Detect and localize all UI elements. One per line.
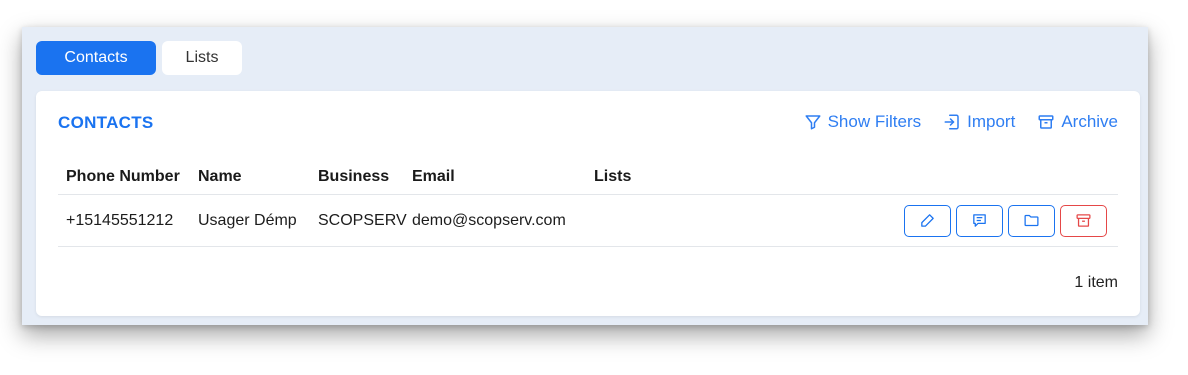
card-actions: Show Filters Import Archive: [804, 112, 1118, 132]
show-filters-label: Show Filters: [827, 112, 922, 131]
archive-button[interactable]: Archive: [1037, 112, 1118, 132]
show-filters-button[interactable]: Show Filters: [804, 112, 922, 132]
cell-business: SCOPSERV: [318, 211, 407, 229]
edit-button[interactable]: [904, 204, 951, 237]
import-label: Import: [967, 112, 1016, 131]
contacts-card: CONTACTS Show Filters Import Archive Pho…: [36, 91, 1140, 316]
header-lists[interactable]: Lists: [586, 168, 706, 186]
header-email[interactable]: Email: [404, 168, 586, 186]
archive-label: Archive: [1061, 112, 1118, 131]
cell-name: Usager Démp: [198, 211, 297, 229]
cell-email: demo@scopserv.com: [412, 211, 566, 229]
header-name[interactable]: Name: [190, 168, 310, 186]
row-actions: [904, 204, 1118, 237]
item-count: 1 item: [1074, 274, 1118, 291]
message-button[interactable]: [956, 204, 1003, 237]
header-business[interactable]: Business: [310, 168, 404, 186]
table-header-row: Phone Number Name Business Email Lists: [58, 159, 1118, 195]
import-icon: [944, 114, 959, 130]
archive-icon: [1076, 214, 1091, 227]
filter-icon: [805, 115, 821, 130]
card-title: CONTACTS: [58, 113, 154, 132]
tab-contacts[interactable]: Contacts: [36, 41, 156, 75]
contacts-table: Phone Number Name Business Email Lists +…: [58, 159, 1118, 247]
folder-icon: [1024, 214, 1039, 227]
tab-lists[interactable]: Lists: [162, 41, 242, 75]
import-button[interactable]: Import: [943, 112, 1015, 132]
table-row[interactable]: +15145551212 Usager Démp SCOPSERV demo@s…: [58, 195, 1118, 247]
edit-icon: [921, 214, 934, 227]
archive-icon: [1038, 115, 1054, 129]
tab-bar: Contacts Lists: [36, 41, 242, 75]
cell-phone: +15145551212: [66, 211, 174, 229]
message-icon: [973, 214, 986, 227]
app-window: Contacts Lists CONTACTS Show Filters Imp…: [22, 27, 1148, 325]
folder-button[interactable]: [1008, 204, 1055, 237]
archive-row-button[interactable]: [1060, 204, 1107, 237]
header-phone-number[interactable]: Phone Number: [58, 168, 190, 186]
